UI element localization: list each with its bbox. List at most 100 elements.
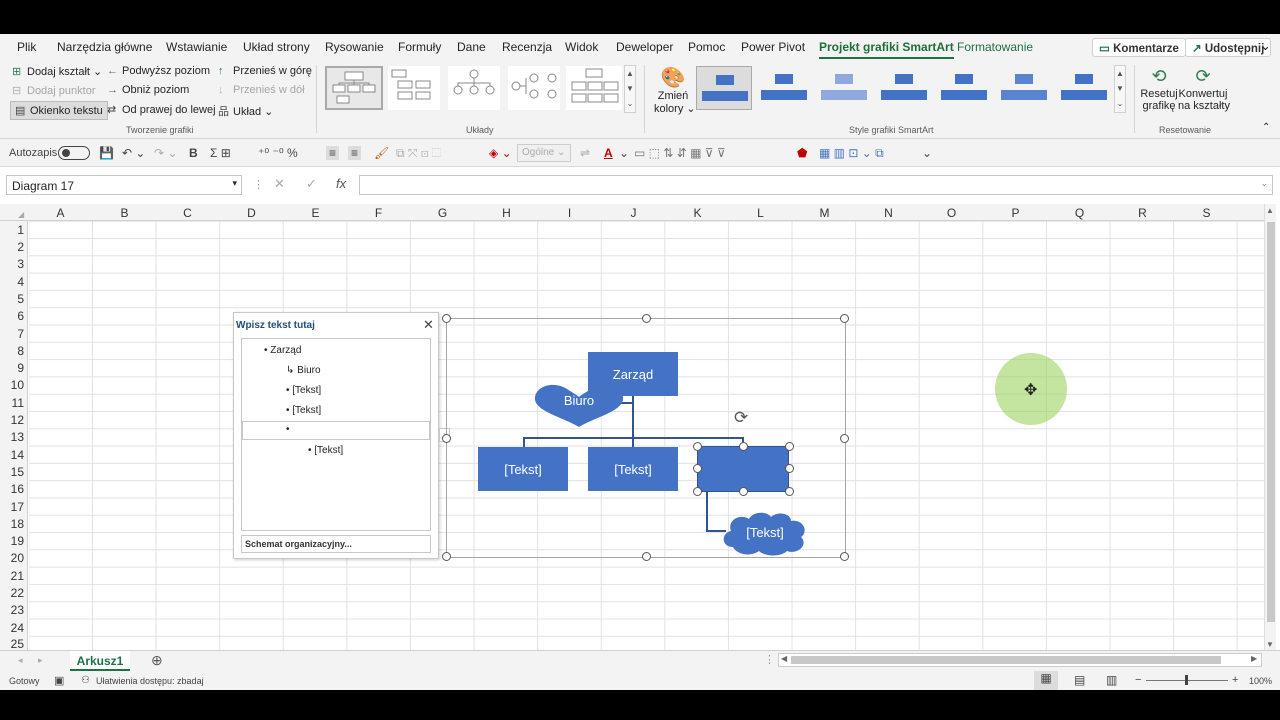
autosave-toggle[interactable] xyxy=(58,146,90,160)
column-header[interactable]: M xyxy=(793,206,856,220)
zoom-out-icon[interactable]: − xyxy=(1135,674,1141,686)
list-item[interactable]: • [Tekst] xyxy=(286,405,321,416)
shape-resize-handle[interactable] xyxy=(739,442,748,451)
column-header[interactable]: Q xyxy=(1048,206,1111,220)
list-item[interactable]: • Zarząd xyxy=(264,345,301,356)
tab-pomoc[interactable]: Pomoc xyxy=(688,40,725,54)
column-header[interactable]: E xyxy=(284,206,347,220)
column-header[interactable]: R xyxy=(1111,206,1174,220)
demote-button[interactable]: → Obniż poziom xyxy=(107,84,189,96)
resize-handle[interactable] xyxy=(840,552,849,561)
close-icon[interactable]: ✕ xyxy=(423,317,434,333)
resize-handle[interactable] xyxy=(442,552,451,561)
text-pane-list[interactable]: • Zarząd ↳ Biuro • [Tekst] • [Tekst] • •… xyxy=(241,338,431,531)
list-item[interactable]: • [Tekst] xyxy=(286,385,321,396)
column-header[interactable]: N xyxy=(857,206,920,220)
row-header[interactable]: 9 xyxy=(0,361,24,375)
row-header[interactable]: 5 xyxy=(0,292,24,306)
scroll-left-icon[interactable]: ◀ xyxy=(781,654,787,663)
change-colors-button[interactable]: 🎨 Zmień kolory ⌄ xyxy=(654,66,696,115)
layout-thumb-4[interactable] xyxy=(508,66,560,110)
column-header[interactable]: S xyxy=(1175,206,1238,220)
page-break-view-icon[interactable]: ▥ xyxy=(1106,673,1117,687)
undo-icon[interactable]: ↶ ⌄ xyxy=(122,146,145,160)
column-header[interactable]: G xyxy=(411,206,474,220)
org-node-child-3-selected[interactable] xyxy=(697,446,789,492)
tab-rysowanie[interactable]: Rysowanie xyxy=(325,40,384,54)
shape-resize-handle[interactable] xyxy=(785,464,794,473)
style-thumb-6[interactable] xyxy=(996,66,1052,110)
font-color-dropdown-icon[interactable]: ⌄ xyxy=(619,146,629,160)
align-justify-icon[interactable]: ≡ xyxy=(348,146,362,160)
row-header[interactable]: 24 xyxy=(0,621,24,635)
resize-handle[interactable] xyxy=(840,434,849,443)
row-header[interactable]: 8 xyxy=(0,344,24,358)
list-item[interactable]: ↳ Biuro xyxy=(286,365,321,376)
column-header[interactable]: L xyxy=(729,206,792,220)
borders-icon[interactable]: Σ ⊞ xyxy=(210,146,231,160)
save-icon[interactable]: 💾 xyxy=(99,146,114,160)
sheet-tab-arkusz1[interactable]: Arkusz1 xyxy=(70,651,130,671)
tab-uklad-strony[interactable]: Układ strony xyxy=(243,40,310,54)
format-painter-icon[interactable]: 🖌 xyxy=(374,146,389,160)
text-pane-footer-link[interactable]: Schemat organizacyjny... xyxy=(241,535,431,553)
smartart-diagram[interactable]: Zarząd Biuro [Tekst] [Tekst] [Tekst] ⟳ xyxy=(442,314,849,561)
expand-formula-icon[interactable]: ⌄ xyxy=(1260,178,1268,189)
add-sheet-icon[interactable]: ⊕ xyxy=(151,652,163,669)
row-header[interactable]: 3 xyxy=(0,257,24,271)
row-header[interactable]: 16 xyxy=(0,482,24,496)
row-header[interactable]: 1 xyxy=(0,223,24,237)
tab-widok[interactable]: Widok xyxy=(565,40,598,54)
share-button[interactable]: ↗ Udostępnij xyxy=(1185,38,1272,57)
column-header[interactable]: O xyxy=(920,206,983,220)
resize-handle[interactable] xyxy=(642,552,651,561)
row-header[interactable]: 10 xyxy=(0,378,24,392)
scroll-down-icon[interactable]: ▼ xyxy=(1266,640,1274,649)
add-shape-button[interactable]: ⊞ Dodaj kształt ⌄ xyxy=(12,65,102,78)
row-header[interactable]: 23 xyxy=(0,603,24,617)
page-layout-view-icon[interactable]: ▤ xyxy=(1074,673,1085,687)
row-header[interactable]: 11 xyxy=(0,396,24,410)
sort-filter-icons[interactable]: ▭ ⬚ ⇅ ⇵ ▦ ⊽ ⊽ xyxy=(634,146,726,160)
zoom-in-icon[interactable]: + xyxy=(1232,674,1238,686)
number-format-select[interactable]: Ogólne ⌄ xyxy=(517,144,571,162)
column-header[interactable]: J xyxy=(602,206,665,220)
resize-handle[interactable] xyxy=(442,314,451,323)
layout-thumb-3[interactable] xyxy=(448,66,500,110)
name-box[interactable]: Diagram 17 ▾ xyxy=(6,175,242,195)
bold-icon[interactable]: B xyxy=(189,146,198,160)
select-all-icon[interactable]: ◢ xyxy=(18,210,24,219)
macro-record-icon[interactable]: ▣ xyxy=(54,674,64,687)
style-thumb-5[interactable] xyxy=(936,66,992,110)
column-header[interactable]: B xyxy=(93,206,156,220)
row-header[interactable]: 4 xyxy=(0,275,24,289)
move-up-button[interactable]: ↑ Przenieś w górę xyxy=(218,65,312,77)
tab-plik[interactable]: Plik xyxy=(17,40,36,54)
scroll-right-icon[interactable]: ▶ xyxy=(1251,654,1257,663)
fill-color-icon[interactable]: ◈ ⌄ xyxy=(489,146,512,160)
wrap-icon[interactable]: ⇌ xyxy=(580,146,590,160)
row-header[interactable]: 25 xyxy=(0,637,24,651)
horizontal-scrollbar[interactable]: ◀ ▶ xyxy=(778,653,1262,667)
tab-narzedzia-glowne[interactable]: Narzędzia główne xyxy=(57,40,152,54)
style-thumb-3[interactable] xyxy=(816,66,872,110)
org-node-child-2[interactable]: [Tekst] xyxy=(588,447,678,491)
column-header[interactable]: P xyxy=(984,206,1047,220)
row-header[interactable]: 22 xyxy=(0,586,24,600)
sheet-nav-prev-icon[interactable]: ◂ xyxy=(18,655,23,666)
column-header[interactable]: H xyxy=(475,206,538,220)
selected-text-row[interactable] xyxy=(242,421,430,440)
formula-input[interactable]: ⌄ xyxy=(359,175,1273,195)
row-header[interactable]: 12 xyxy=(0,413,24,427)
row-header[interactable]: 18 xyxy=(0,517,24,531)
org-node-child-1[interactable]: [Tekst] xyxy=(478,447,568,491)
row-header[interactable]: 7 xyxy=(0,327,24,341)
splitter-icon[interactable]: ⋮ xyxy=(764,653,775,666)
row-header[interactable]: 6 xyxy=(0,309,24,323)
row-header[interactable]: 19 xyxy=(0,534,24,548)
normal-view-icon[interactable]: ▦ xyxy=(1034,671,1058,690)
tab-deweloper[interactable]: Deweloper xyxy=(616,40,673,54)
shape-resize-handle[interactable] xyxy=(693,442,702,451)
list-item[interactable]: • xyxy=(286,424,290,435)
row-header[interactable]: 15 xyxy=(0,465,24,479)
